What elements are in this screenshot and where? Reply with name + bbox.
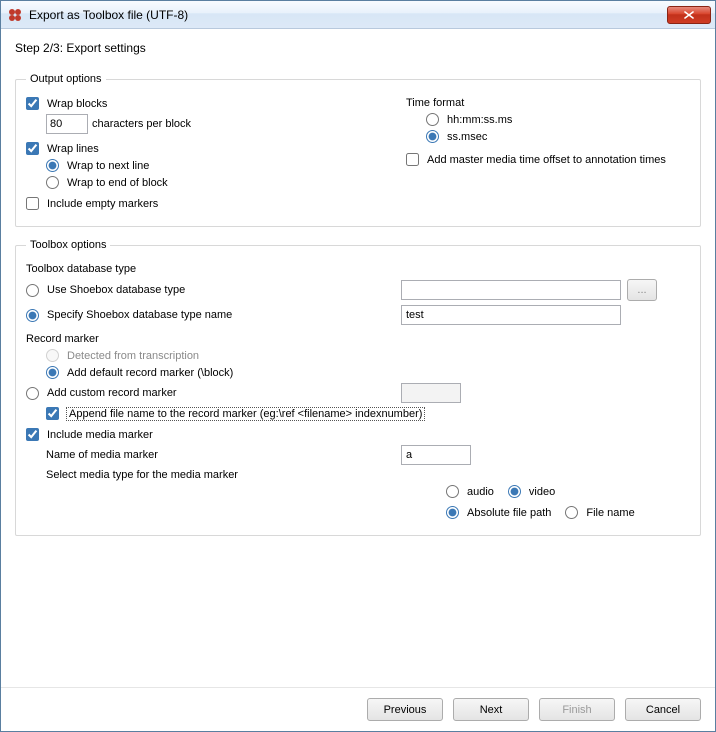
include-media-input[interactable] [26,428,39,441]
include-empty-checkbox[interactable]: Include empty markers [26,197,158,210]
wrap-end-radio[interactable]: Wrap to end of block [46,176,168,189]
default-marker-input[interactable] [46,366,59,379]
chars-per-block-suffix: characters per block [92,118,191,130]
append-filename-label: Append file name to the record marker (e… [67,408,424,420]
append-filename-checkbox[interactable]: Append file name to the record marker (e… [46,407,424,420]
wrap-lines-checkbox[interactable]: Wrap lines [26,142,99,155]
add-offset-input[interactable] [406,153,419,166]
window-title: Export as Toolbox file (UTF-8) [29,8,667,22]
file-name-input[interactable] [565,506,578,519]
file-name-label: File name [586,507,634,519]
time-format-title: Time format [406,97,690,109]
dbtype-title: Toolbox database type [26,263,690,275]
finish-button: Finish [539,698,615,721]
wrap-end-input[interactable] [46,176,59,189]
abs-path-radio[interactable]: Absolute file path [446,506,551,519]
specify-dbname-label: Specify Shoebox database type name [47,309,232,321]
dialog-window: Export as Toolbox file (UTF-8) Step 2/3:… [0,0,716,732]
audio-input[interactable] [446,485,459,498]
wrap-next-input[interactable] [46,159,59,172]
hhmmss-input[interactable] [426,113,439,126]
output-options-group: Output options Wrap blocks characters pe… [15,73,701,227]
wrap-end-label: Wrap to end of block [67,177,168,189]
video-input[interactable] [508,485,521,498]
include-empty-label: Include empty markers [47,198,158,210]
abs-path-label: Absolute file path [467,507,551,519]
content-area: Output options Wrap blocks characters pe… [1,73,715,687]
previous-label: Previous [384,704,427,716]
shoebox-file-input [401,280,621,300]
add-offset-checkbox[interactable]: Add master media time offset to annotati… [406,153,666,166]
media-type-label: Select media type for the media marker [26,469,401,481]
dbname-input[interactable] [401,305,621,325]
detected-input [46,349,59,362]
chars-per-block-input[interactable] [46,114,88,134]
next-label: Next [480,704,503,716]
browse-label: ... [637,284,646,296]
detected-radio: Detected from transcription [46,349,199,362]
close-button[interactable] [667,6,711,24]
audio-label: audio [467,486,494,498]
wrap-next-label: Wrap to next line [67,160,149,172]
abs-path-input[interactable] [446,506,459,519]
audio-radio[interactable]: audio [446,485,494,498]
cancel-label: Cancel [646,704,680,716]
specify-dbname-input[interactable] [26,309,39,322]
add-offset-label: Add master media time offset to annotati… [427,154,666,166]
append-filename-input[interactable] [46,407,59,420]
wrap-next-radio[interactable]: Wrap to next line [46,159,149,172]
close-icon [684,11,694,19]
detected-label: Detected from transcription [67,350,199,362]
use-shoebox-radio[interactable]: Use Shoebox database type [26,284,185,297]
output-options-legend: Output options [26,73,106,85]
browse-button[interactable]: ... [627,279,657,301]
ssmsec-radio[interactable]: ss.msec [426,130,487,143]
ssmsec-label: ss.msec [447,131,487,143]
file-name-radio[interactable]: File name [565,506,634,519]
wrap-blocks-checkbox[interactable]: Wrap blocks [26,97,107,110]
wrap-blocks-input[interactable] [26,97,39,110]
default-marker-radio[interactable]: Add default record marker (\block) [46,366,233,379]
include-empty-input[interactable] [26,197,39,210]
media-name-input[interactable] [401,445,471,465]
wrap-blocks-label: Wrap blocks [47,98,107,110]
hhmmss-label: hh:mm:ss.ms [447,114,512,126]
custom-marker-radio[interactable]: Add custom record marker [26,387,177,400]
titlebar: Export as Toolbox file (UTF-8) [1,1,715,29]
specify-dbname-radio[interactable]: Specify Shoebox database type name [26,309,232,322]
video-radio[interactable]: video [508,485,555,498]
use-shoebox-input[interactable] [26,284,39,297]
hhmmss-radio[interactable]: hh:mm:ss.ms [426,113,512,126]
ssmsec-input[interactable] [426,130,439,143]
video-label: video [529,486,555,498]
use-shoebox-label: Use Shoebox database type [47,284,185,296]
record-marker-title: Record marker [26,333,690,345]
media-name-label: Name of media marker [26,449,401,461]
default-marker-label: Add default record marker (\block) [67,367,233,379]
footer: Previous Next Finish Cancel [1,687,715,731]
custom-marker-value-input [401,383,461,403]
custom-marker-input[interactable] [26,387,39,400]
custom-marker-label: Add custom record marker [47,387,177,399]
toolbox-options-group: Toolbox options Toolbox database type Us… [15,239,701,536]
include-media-label: Include media marker [47,429,153,441]
wrap-lines-label: Wrap lines [47,143,99,155]
wrap-lines-input[interactable] [26,142,39,155]
include-media-checkbox[interactable]: Include media marker [26,428,153,441]
toolbox-options-legend: Toolbox options [26,239,110,251]
finish-label: Finish [562,704,591,716]
step-header: Step 2/3: Export settings [1,29,715,73]
next-button[interactable]: Next [453,698,529,721]
app-icon [7,7,23,23]
previous-button[interactable]: Previous [367,698,443,721]
cancel-button[interactable]: Cancel [625,698,701,721]
